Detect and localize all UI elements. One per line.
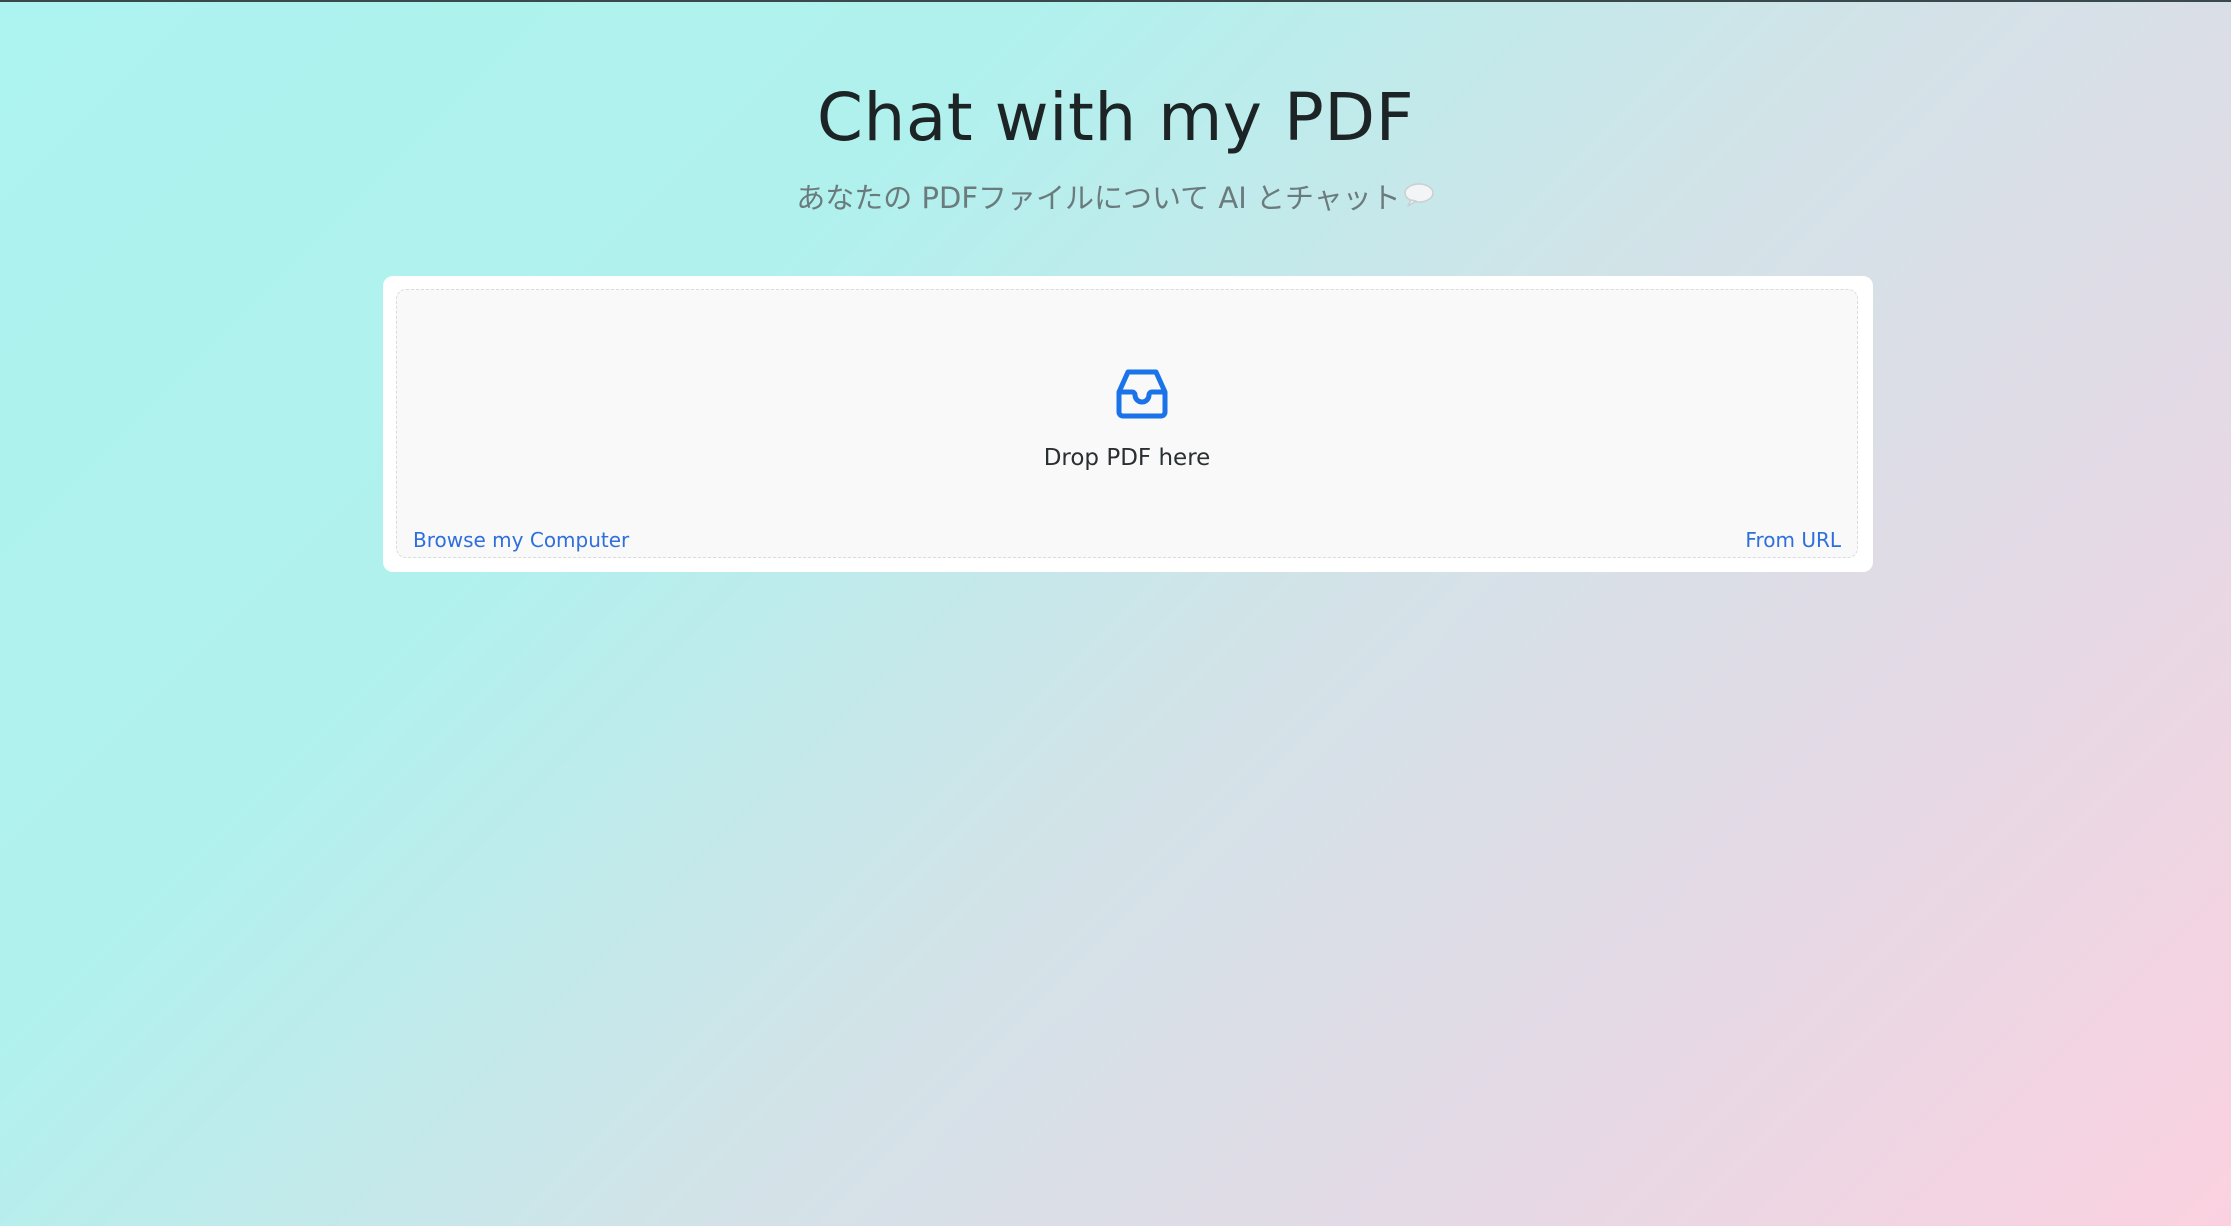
speech-bubble-icon — [1403, 176, 1435, 220]
upload-card: Drop PDF here Browse my Computer From UR… — [383, 276, 1873, 572]
page-subtitle: あなたの PDFファイルについて AI とチャット — [0, 176, 2231, 222]
pdf-dropzone[interactable]: Drop PDF here Browse my Computer From UR… — [396, 289, 1858, 558]
page-title: Chat with my PDF — [816, 79, 1415, 156]
window-top-border — [0, 0, 2231, 2]
inbox-icon — [1114, 366, 1170, 422]
subtitle-text: あなたの PDFファイルについて AI とチャット — [796, 181, 1401, 215]
from-url-link[interactable]: From URL — [1745, 525, 1841, 555]
drop-pdf-label: Drop PDF here — [1043, 445, 1211, 471]
browse-computer-link[interactable]: Browse my Computer — [413, 525, 629, 555]
